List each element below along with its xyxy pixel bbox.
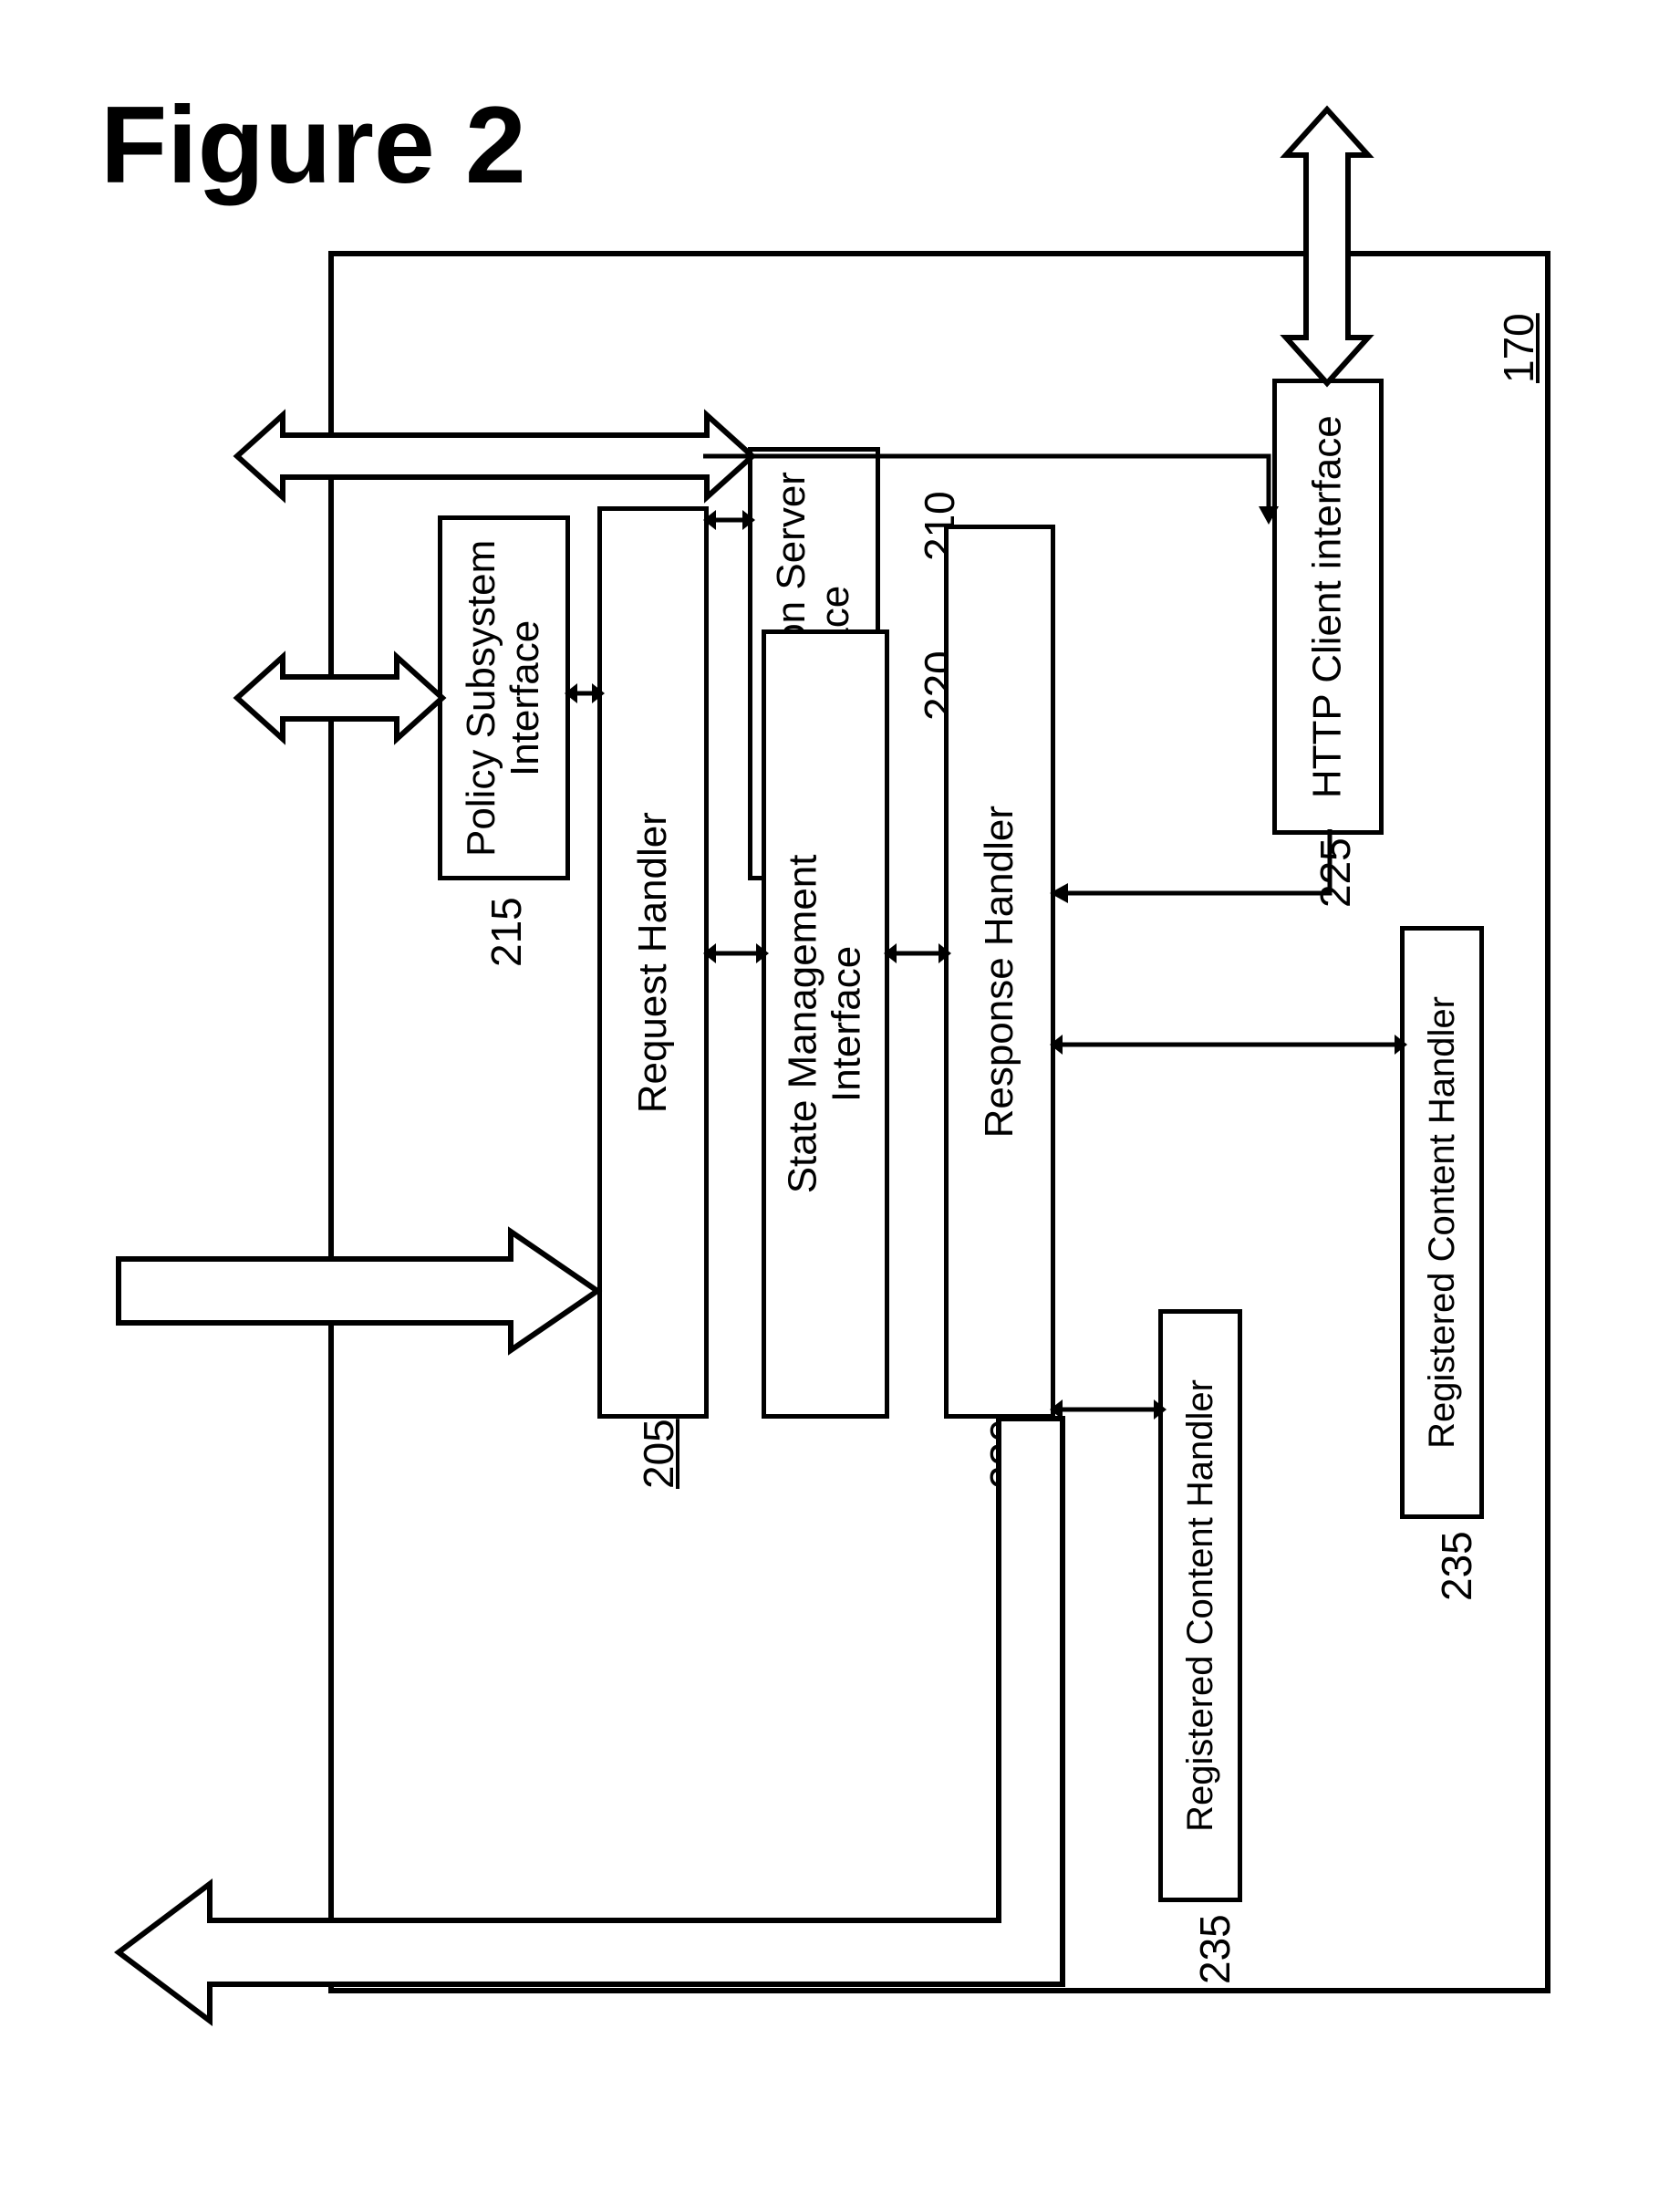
registered-content-handler-2-box: Registered Content Handler (1400, 926, 1484, 1519)
registered-content-handler-1-ref: 235 (1190, 1914, 1239, 1984)
response-handler-box: Response Handler (944, 525, 1055, 1419)
request-handler-box: Request Handler (597, 506, 709, 1419)
state-management-interface-box: State Management Interface (762, 629, 889, 1419)
policy-subsystem-interface-box: Policy Subsystem Interface (438, 515, 570, 880)
registered-content-handler-2-label: Registered Content Handler (1422, 996, 1462, 1449)
request-handler-label: Request Handler (631, 812, 675, 1113)
response-to-content2-arrow (1050, 1031, 1407, 1058)
registered-content-handler-1-label: Registered Content Handler (1180, 1379, 1220, 1832)
policy-subsystem-interface-label: Policy Subsystem Interface (460, 539, 548, 856)
auth-external-arrow (237, 415, 752, 497)
external-input-arrow (119, 1232, 602, 1350)
http-to-response-arrow (1050, 829, 1351, 902)
http-client-interface-box: HTTP Client interface (1272, 379, 1384, 835)
system-boundary-ref: 170 (1494, 313, 1543, 383)
state-management-interface-label: State Management Interface (782, 855, 870, 1194)
policy-to-request-arrow (565, 680, 605, 707)
external-output-arrow (119, 1419, 1067, 2039)
policy-subsystem-interface-ref: 215 (482, 897, 531, 967)
http-external-arrow (1286, 109, 1368, 383)
registered-content-handler-1-box: Registered Content Handler (1158, 1309, 1242, 1902)
request-to-http-arrow (703, 453, 1287, 526)
state-to-response-arrow (884, 940, 951, 967)
response-handler-label: Response Handler (978, 806, 1021, 1138)
policy-external-arrow (237, 657, 442, 739)
figure-title: Figure 2 (100, 82, 526, 208)
response-to-content1-arrow (1050, 1396, 1167, 1423)
registered-content-handler-2-ref: 235 (1432, 1531, 1481, 1601)
http-client-interface-label: HTTP Client interface (1306, 415, 1350, 798)
request-to-state-arrow (703, 940, 769, 967)
